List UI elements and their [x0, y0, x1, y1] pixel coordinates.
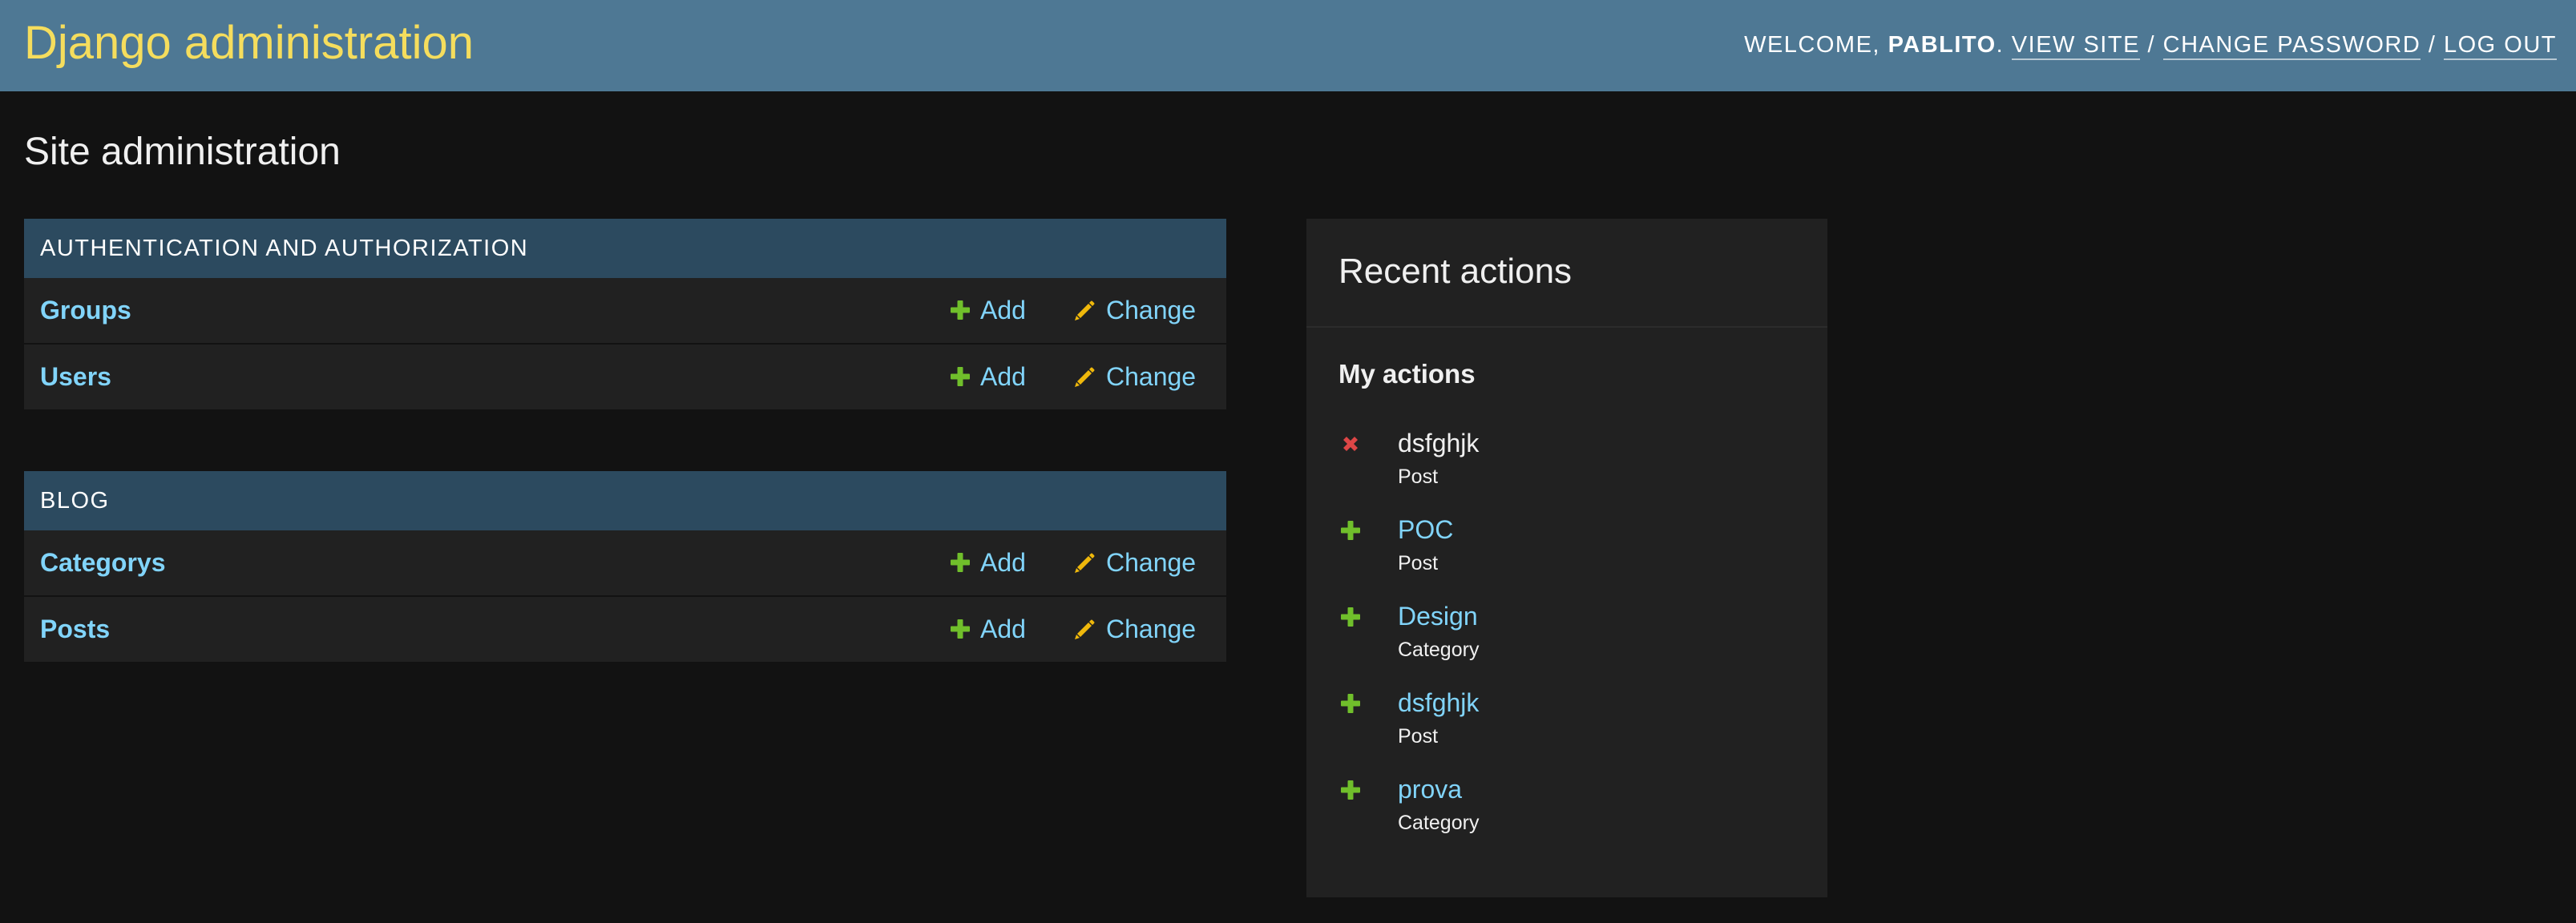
model-row-groups: Groups Add Change — [24, 278, 1226, 345]
plus-icon — [951, 300, 970, 320]
action-content-type: Category — [1398, 639, 1480, 661]
add-icon — [1341, 780, 1360, 800]
model-link-users[interactable]: Users — [40, 345, 111, 409]
username: pablito — [1888, 32, 1997, 58]
change-categorys-button[interactable]: Change — [1074, 530, 1196, 595]
module-auth: Authentication and Authorization Groups … — [24, 219, 1226, 411]
pencil-icon — [1075, 300, 1095, 320]
my-actions-heading: My actions — [1338, 359, 1476, 389]
pencil-icon — [1075, 553, 1095, 573]
log-out-link[interactable]: Log out — [2443, 32, 2557, 60]
change-label: Change — [1106, 548, 1197, 577]
action-item: prova Category — [1338, 768, 1803, 848]
action-item: dsfghjk Post — [1338, 682, 1803, 762]
add-icon — [1341, 694, 1360, 713]
model-row-categorys: Categorys Add Change — [24, 530, 1226, 597]
model-link-categorys[interactable]: Categorys — [40, 530, 166, 595]
welcome-text: Welcome, — [1744, 32, 1880, 58]
add-label: Add — [980, 296, 1026, 324]
action-item: dsfghjk Post — [1338, 422, 1803, 502]
module-caption-blog[interactable]: Blog — [24, 471, 1226, 530]
action-content-type: Post — [1398, 466, 1439, 488]
action-object-link[interactable]: Design — [1398, 595, 1478, 637]
change-posts-button[interactable]: Change — [1074, 597, 1196, 662]
recent-actions-panel: Recent actions My actions dsfghjk Post P… — [1306, 219, 1827, 897]
change-label: Change — [1106, 362, 1197, 391]
change-groups-button[interactable]: Change — [1074, 278, 1196, 343]
action-object-link[interactable]: prova — [1398, 768, 1462, 810]
add-categorys-button[interactable]: Add — [950, 530, 1026, 595]
recent-actions-title: Recent actions — [1338, 252, 1573, 291]
add-posts-button[interactable]: Add — [950, 597, 1026, 662]
add-icon — [1341, 521, 1360, 540]
model-link-groups[interactable]: Groups — [40, 278, 131, 343]
change-label: Change — [1106, 296, 1197, 324]
action-object-name: dsfghjk — [1398, 429, 1480, 457]
add-icon — [1341, 607, 1360, 627]
user-tools-separator: / — [2147, 32, 2156, 58]
change-users-button[interactable]: Change — [1074, 345, 1196, 409]
add-label: Add — [980, 615, 1026, 643]
module-caption-auth[interactable]: Authentication and Authorization — [24, 219, 1226, 278]
user-tools-separator: / — [2428, 32, 2437, 58]
model-row-users: Users Add Change — [24, 345, 1226, 411]
pencil-icon — [1075, 619, 1095, 639]
plus-icon — [951, 619, 970, 639]
welcome-period: . — [1996, 32, 2005, 58]
add-label: Add — [980, 548, 1026, 577]
change-label: Change — [1106, 615, 1197, 643]
plus-icon — [951, 367, 970, 386]
action-item: Design Category — [1338, 595, 1803, 675]
divider — [1306, 326, 1827, 328]
pencil-icon — [1075, 367, 1095, 387]
add-groups-button[interactable]: Add — [950, 278, 1026, 343]
view-site-link[interactable]: View site — [2011, 32, 2140, 60]
module-blog: Blog Categorys Add Change Posts Add Chan… — [24, 471, 1226, 663]
action-object-link[interactable]: POC — [1398, 509, 1453, 550]
model-row-posts: Posts Add Change — [24, 597, 1226, 663]
action-item: POC Post — [1338, 509, 1803, 589]
action-object-link[interactable]: dsfghjk — [1398, 682, 1479, 723]
action-content-type: Post — [1398, 725, 1439, 748]
plus-icon — [951, 553, 970, 572]
add-users-button[interactable]: Add — [950, 345, 1026, 409]
add-label: Add — [980, 362, 1026, 391]
page-title: Site administration — [24, 131, 341, 173]
action-content-type: Post — [1398, 552, 1439, 574]
delete-icon — [1343, 437, 1358, 451]
user-tools: Welcome, pablito. View site / Change pas… — [1744, 29, 2557, 61]
change-password-link[interactable]: Change password — [2162, 32, 2421, 60]
action-content-type: Category — [1398, 812, 1480, 834]
model-link-posts[interactable]: Posts — [40, 597, 110, 662]
site-title-link[interactable]: Django administration — [24, 16, 474, 71]
header: Django administration Welcome, pablito. … — [0, 0, 2576, 91]
